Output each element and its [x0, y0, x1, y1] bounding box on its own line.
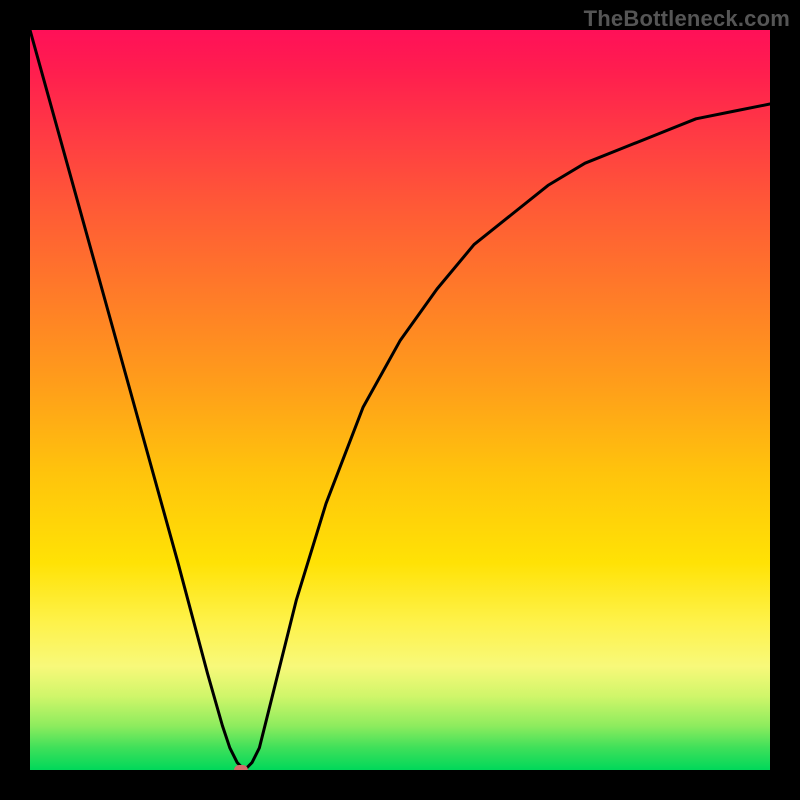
watermark-text: TheBottleneck.com	[584, 6, 790, 32]
minimum-marker-icon	[234, 765, 248, 770]
bottleneck-curve	[30, 30, 770, 770]
plot-area	[30, 30, 770, 770]
chart-frame: TheBottleneck.com	[0, 0, 800, 800]
